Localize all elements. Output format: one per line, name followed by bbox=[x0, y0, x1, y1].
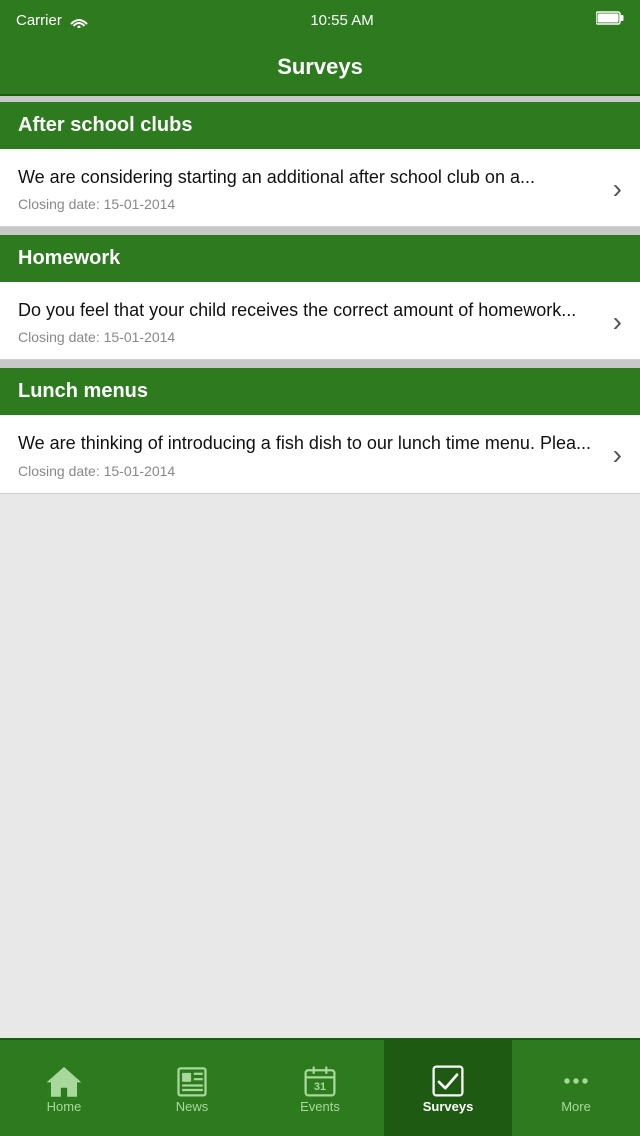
status-bar: Carrier 10:55 AM bbox=[0, 0, 640, 40]
survey-item-homework[interactable]: Do you feel that your child receives the… bbox=[0, 282, 640, 360]
chevron-right-icon: › bbox=[613, 308, 622, 336]
section-after-school-clubs-header: After school clubs bbox=[0, 102, 640, 149]
survey-item-date: Closing date: 15-01-2014 bbox=[18, 463, 601, 479]
tab-more-label: More bbox=[561, 1099, 591, 1114]
surveys-icon bbox=[430, 1063, 466, 1099]
page-title: Surveys bbox=[277, 54, 363, 80]
chevron-right-icon: › bbox=[613, 175, 622, 203]
events-icon: 31 bbox=[302, 1063, 338, 1099]
section-gap-1 bbox=[0, 227, 640, 235]
tab-news[interactable]: News bbox=[128, 1040, 256, 1136]
survey-item-lunch-menus[interactable]: We are thinking of introducing a fish di… bbox=[0, 415, 640, 493]
section-homework-title: Homework bbox=[18, 247, 120, 269]
survey-item-date: Closing date: 15-01-2014 bbox=[18, 196, 601, 212]
survey-item-text: Do you feel that your child receives the… bbox=[18, 298, 601, 323]
chevron-right-icon: › bbox=[613, 441, 622, 469]
survey-item-text: We are considering starting an additiona… bbox=[18, 165, 601, 190]
tab-surveys-label: Surveys bbox=[423, 1099, 474, 1114]
home-icon bbox=[46, 1063, 82, 1099]
carrier-text: Carrier bbox=[16, 12, 88, 29]
tab-home-label: Home bbox=[47, 1099, 82, 1114]
survey-item-content: We are considering starting an additiona… bbox=[18, 165, 613, 212]
survey-item-content: We are thinking of introducing a fish di… bbox=[18, 431, 613, 478]
tab-news-label: News bbox=[176, 1099, 209, 1114]
battery-indicator bbox=[596, 11, 624, 29]
section-after-school-clubs-title: After school clubs bbox=[18, 114, 192, 136]
content-area: After school clubs We are considering st… bbox=[0, 102, 640, 1038]
section-homework-header: Homework bbox=[0, 235, 640, 282]
survey-item-after-school-clubs[interactable]: We are considering starting an additiona… bbox=[0, 149, 640, 227]
tab-events-label: Events bbox=[300, 1099, 340, 1114]
survey-item-date: Closing date: 15-01-2014 bbox=[18, 329, 601, 345]
time-display: 10:55 AM bbox=[310, 12, 373, 29]
news-icon bbox=[174, 1063, 210, 1099]
tab-more[interactable]: More bbox=[512, 1040, 640, 1136]
svg-text:31: 31 bbox=[314, 1081, 326, 1093]
tab-surveys[interactable]: Surveys bbox=[384, 1040, 512, 1136]
tab-events[interactable]: 31 Events bbox=[256, 1040, 384, 1136]
section-lunch-menus-header: Lunch menus bbox=[0, 368, 640, 415]
survey-item-text: We are thinking of introducing a fish di… bbox=[18, 431, 601, 456]
tab-bar: Home News 31 Events Surveys bbox=[0, 1038, 640, 1136]
more-icon bbox=[558, 1063, 594, 1099]
section-gap-2 bbox=[0, 360, 640, 368]
tab-home[interactable]: Home bbox=[0, 1040, 128, 1136]
section-lunch-menus-title: Lunch menus bbox=[18, 380, 148, 402]
survey-item-content: Do you feel that your child receives the… bbox=[18, 298, 613, 345]
page-header: Surveys bbox=[0, 40, 640, 96]
